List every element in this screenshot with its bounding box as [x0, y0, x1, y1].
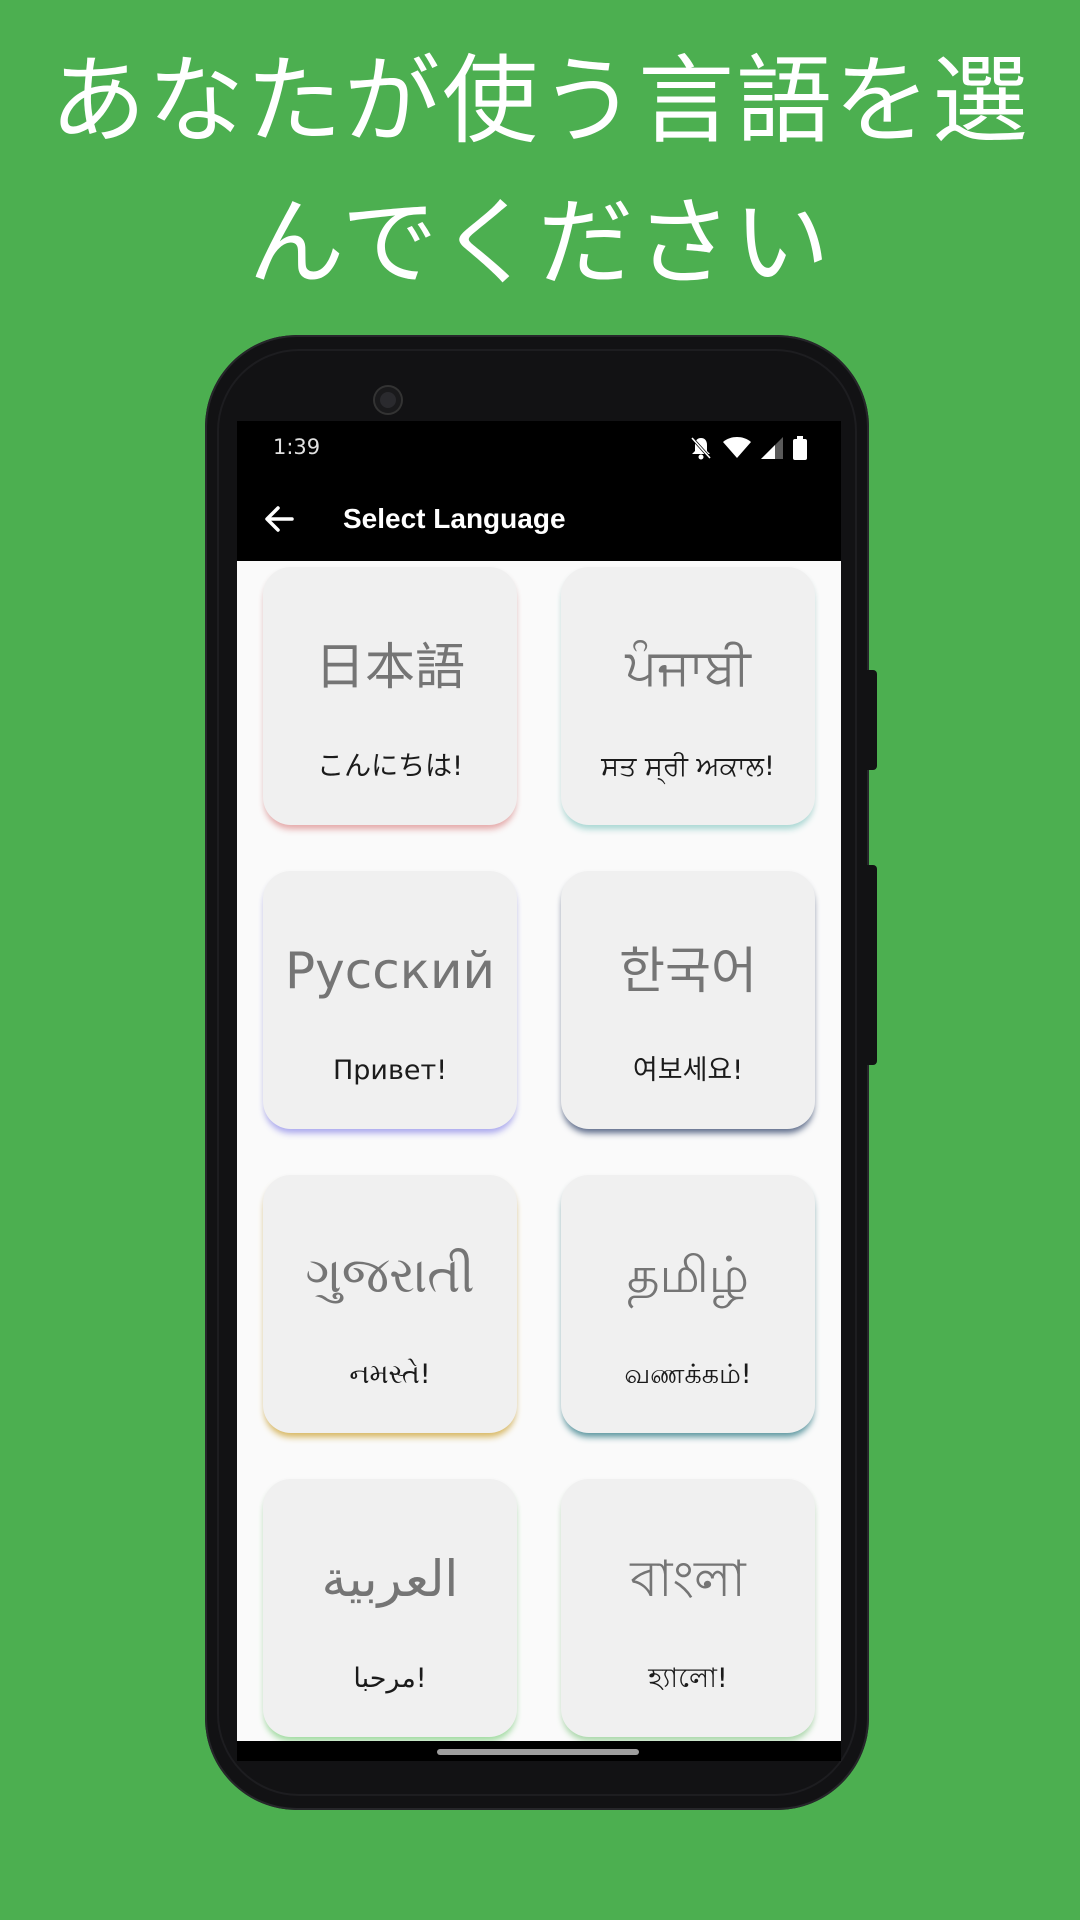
- language-card[interactable]: ਪੰਜਾਬੀ ਸਤ ਸ੍ਰੀ ਅਕਾਲ!: [561, 567, 815, 825]
- language-name: বাংলা: [630, 1550, 746, 1608]
- language-greeting: হ্যালো!: [648, 1663, 728, 1694]
- battery-icon: [793, 436, 807, 460]
- language-greeting: Привет!: [332, 1055, 448, 1086]
- arrow-left-icon[interactable]: [259, 499, 299, 539]
- language-card[interactable]: ગુજરાતી નમસ્તે!: [263, 1175, 517, 1433]
- status-bar: 1:39: [237, 421, 841, 477]
- language-greeting: こんにちは!: [317, 751, 463, 782]
- language-card[interactable]: বাংলা হ্যালো!: [561, 1479, 815, 1737]
- home-indicator[interactable]: [437, 1749, 639, 1755]
- status-time: 1:39: [273, 435, 321, 459]
- promo-headline: あなたが使う言語を選 んでください: [40, 30, 1040, 314]
- bell-off-icon: [690, 436, 712, 460]
- language-card[interactable]: தமிழ் வணக்கம்!: [561, 1175, 815, 1433]
- language-card[interactable]: العربية مرحبا!: [263, 1479, 517, 1737]
- cell-signal-icon: [761, 437, 783, 459]
- language-greeting: નમસ્તે!: [349, 1359, 431, 1390]
- language-greeting: ਸਤ ਸ੍ਰੀ ਅਕਾਲ!: [601, 751, 775, 782]
- language-name: العربية: [321, 1550, 459, 1608]
- language-greeting: 여보세요!: [632, 1055, 744, 1086]
- language-card[interactable]: Русский Привет!: [263, 871, 517, 1129]
- language-greeting: வணக்கம்!: [624, 1359, 752, 1390]
- language-name: 한국어: [619, 942, 757, 1000]
- power-button: [867, 670, 877, 770]
- status-icons: [689, 435, 807, 461]
- language-name: 日本語: [315, 638, 465, 696]
- language-card[interactable]: 日本語こんにちは!: [263, 567, 517, 825]
- language-name: தமிழ்: [626, 1246, 750, 1304]
- language-grid: 日本語こんにちは! ਪੰਜਾਬੀ ਸਤ ਸ੍ਰੀ ਅਕਾਲ! Русский Приве…: [237, 561, 841, 1741]
- language-name: ગુજરાતી: [305, 1246, 475, 1304]
- language-card[interactable]: 한국어여보세요!: [561, 871, 815, 1129]
- app-bar: Select Language: [237, 477, 841, 561]
- phone-frame: 1:39 Select Language 日本語 こんにちは! ਪੰਜਾਬੀ ਸ…: [205, 335, 877, 1810]
- language-greeting: مرحبا!: [353, 1663, 427, 1694]
- screen-title: Select Language: [343, 503, 566, 534]
- language-name: Русский: [285, 942, 495, 1000]
- headline-line-2: んでください: [248, 187, 832, 299]
- headline-line-1: あなたが使う言語を選: [50, 45, 1030, 157]
- volume-button: [867, 865, 877, 1065]
- promo-page: あなたが使う言語を選 んでください 1:39 Select Language 日…: [0, 0, 1080, 1920]
- language-name: ਪੰਜਾਬੀ: [625, 638, 751, 696]
- wifi-icon: [723, 437, 751, 458]
- front-camera: [375, 387, 401, 413]
- phone-screen: 1:39 Select Language 日本語 こんにちは! ਪੰਜਾਬੀ ਸ…: [237, 421, 841, 1761]
- gesture-nav-bar: [237, 1741, 841, 1761]
